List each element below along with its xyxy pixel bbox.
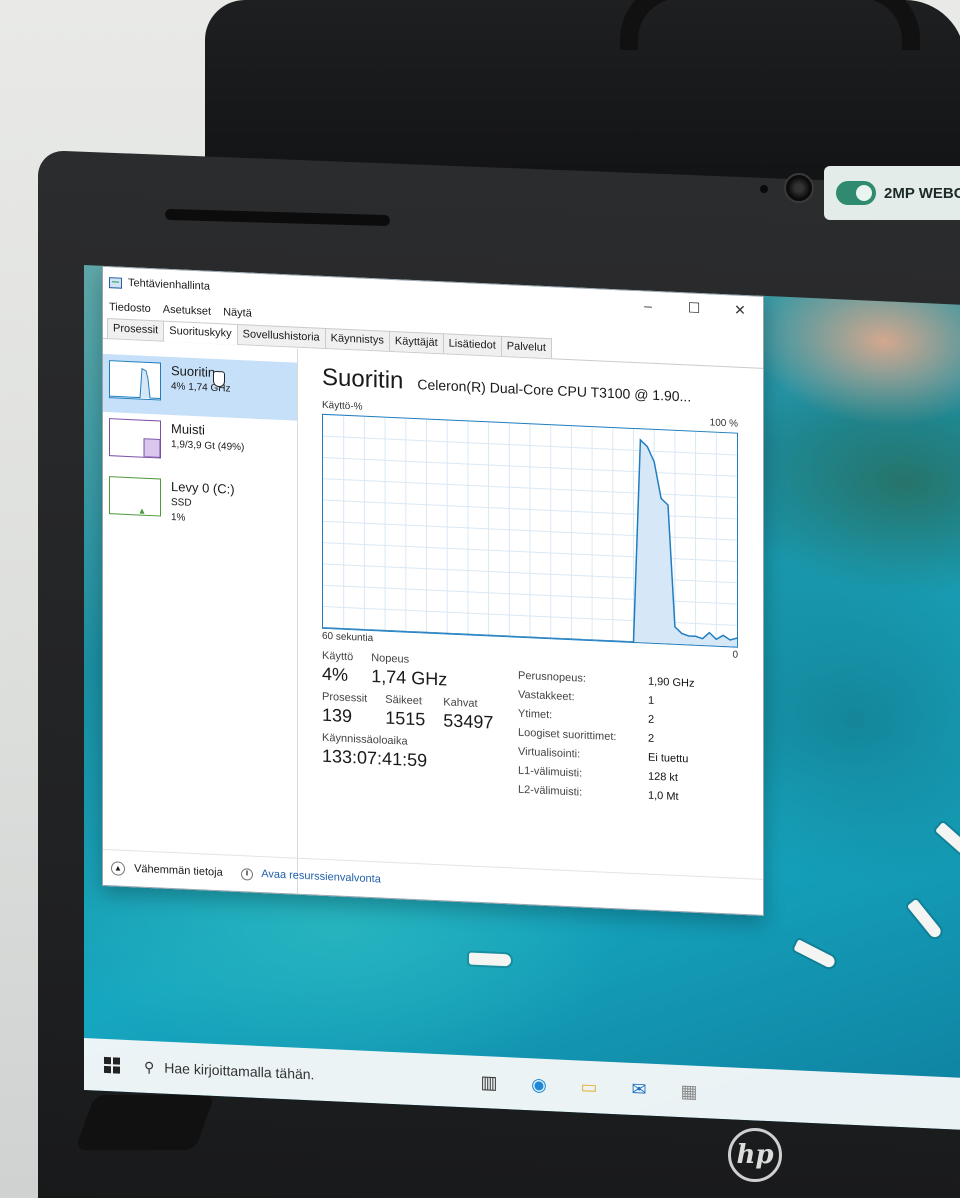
resource-monitor-label: Avaa resurssienvalvonta [261,868,381,886]
search-placeholder: Hae kirjoittamalla tähän. [164,1059,315,1083]
open-resource-monitor-link[interactable]: Avaa resurssienvalvonta [240,867,381,886]
window-title: Tehtävienhallinta [128,276,210,293]
bag-handle [620,0,920,50]
handles-value: 53497 [443,710,494,733]
sidebar-item-detail: SSD [171,496,192,509]
edge-browser-icon[interactable]: ◉ [524,1069,554,1100]
menu-options[interactable]: Asetukset [163,304,211,318]
processes-label: Prosessit [322,690,368,705]
windows-logo-icon [113,1057,120,1065]
boat-image [793,939,837,970]
tab-startup[interactable]: Käynnistys [324,327,390,351]
webcam-sticker: 2MP WEBC [824,166,960,220]
usage-label: Käyttö [322,649,354,664]
task-manager-icon [109,276,122,289]
detail-value: 2 [648,713,655,726]
detail-value: 1,90 GHz [648,675,695,690]
sidebar-item-disk[interactable]: Levy 0 (C:) SSD 1% [103,470,297,537]
boat-image [469,952,511,967]
panel-title: Suoritin [322,363,404,395]
hp-logo: hp [728,1128,782,1182]
detail-value: Ei tuettu [648,751,689,766]
sidebar-item-label: Muisti [171,420,205,438]
minimize-button[interactable]: – [625,291,671,321]
detail-value: 2 [648,732,655,745]
sidebar-item-label: Levy 0 (C:) [171,478,235,497]
tab-performance[interactable]: Suorituskyky [163,320,238,345]
maximize-button[interactable]: ☐ [671,293,717,323]
graph-x-end-label: 0 [732,649,738,661]
tab-details[interactable]: Lisätiedot [442,333,502,356]
chevron-up-icon: ▲ [111,860,125,876]
task-manager-window: Tehtävienhallinta – ☐ ✕ Tiedosto Asetuks… [102,265,764,916]
fewer-details-label: Vähemmän tietoja [134,862,223,879]
webcam-sticker-text: 2MP WEBC [884,184,960,202]
speed-label: Nopeus [371,652,410,666]
uptime-value: 133:07:41:59 [322,745,428,771]
app-icon[interactable]: ▦ [674,1076,704,1107]
webcam-indicator [760,185,768,193]
webcam-lens [784,173,814,203]
tab-app-history[interactable]: Sovellushistoria [236,323,326,348]
boat-image [935,821,960,860]
fewer-details-button[interactable]: ▲ Vähemmän tietoja [111,860,223,880]
sidebar-item-cpu[interactable]: Suoritin 4% 1,74 GHz [103,353,297,421]
usage-value: 4% [322,663,349,685]
tab-processes[interactable]: Prosessit [107,318,165,341]
detail-value: 128 kt [648,770,678,784]
sidebar-item-detail: 1,9/3,9 Gt (49%) [171,438,245,454]
windows-logo-icon [113,1066,120,1074]
task-view-icon[interactable]: ▥ [474,1067,504,1098]
laptop-hinge [74,1095,216,1150]
outlook-icon[interactable]: ✉ [624,1074,654,1105]
graph-y-label: Käyttö-% [322,399,363,413]
speed-value: 1,74 GHz [371,666,448,690]
windows-logo-icon [104,1056,111,1065]
desktop-screen: Tehtävienhallinta – ☐ ✕ Tiedosto Asetuks… [84,265,960,1131]
sidebar-item-memory[interactable]: Muisti 1,9/3,9 Gt (49%) [103,412,297,479]
search-icon: ⚲ [144,1058,155,1075]
tab-services[interactable]: Palvelut [500,335,552,359]
file-explorer-icon[interactable]: ▭ [574,1071,604,1102]
cpu-model: Celeron(R) Dual-Core CPU T3100 @ 1.90... [417,376,692,405]
processes-value: 139 [322,704,353,727]
graph-x-label: 60 sekuntia [322,630,374,645]
threads-value: 1515 [385,707,426,730]
close-button[interactable]: ✕ [717,295,763,325]
camera-icon [836,181,876,205]
graph-y-max-label: 100 % [709,417,738,430]
resource-sidebar: Suoritin 4% 1,74 GHz Muisti 1,9/3,9 Gt (… [103,339,298,894]
cpu-usage-graph [322,413,738,648]
menu-view[interactable]: Näytä [223,306,252,319]
resource-monitor-icon [240,867,253,881]
cpu-panel: Suoritin Celeron(R) Dual-Core CPU T3100 … [298,349,763,915]
memory-mini-graph [109,418,161,459]
disk-mini-graph [109,476,161,517]
mouse-cursor-icon [213,370,225,388]
tab-users[interactable]: Käyttäjät [388,330,444,354]
taskbar-search[interactable]: ⚲ Hae kirjoittamalla tähän. [134,1046,434,1100]
handles-label: Kahvat [443,696,478,710]
threads-label: Säikeet [385,693,422,708]
boat-image [906,898,944,940]
cpu-usage-chart [322,415,738,647]
start-button[interactable] [90,1042,134,1088]
sidebar-item-detail: 1% [171,511,186,524]
cpu-mini-graph [109,360,161,401]
cpu-details: Perusnopeus: 1,90 GHz Vastakkeet: 1 Ytimet… [518,659,694,808]
detail-value: 1,0 Mt [648,789,679,803]
detail-value: 1 [648,694,655,707]
windows-logo-icon [104,1065,111,1074]
menu-file[interactable]: Tiedosto [109,301,151,315]
